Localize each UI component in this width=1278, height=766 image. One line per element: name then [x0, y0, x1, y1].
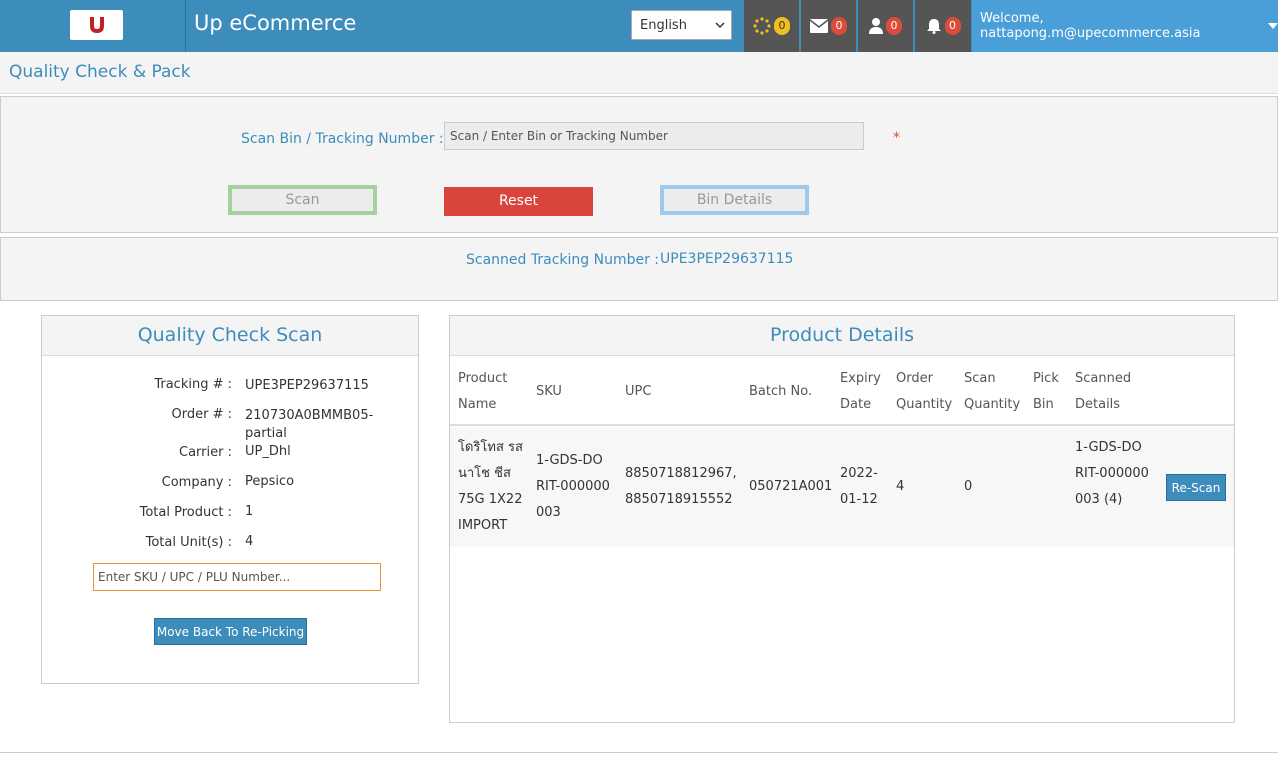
bell-icon — [926, 19, 941, 34]
move-back-to-repicking-button[interactable]: Move Back To Re-Picking — [154, 618, 307, 645]
envelope-icon — [810, 19, 828, 33]
product-details-title: Product Details — [450, 316, 1234, 356]
column-header: Scanned Details — [1075, 371, 1132, 412]
quality-check-title: Quality Check Scan — [42, 316, 418, 356]
logo-area[interactable] — [0, 0, 186, 52]
column-header: UPC — [625, 384, 652, 399]
scan-input[interactable]: Scan / Enter Bin or Tracking Number — [444, 122, 864, 150]
scan-label: Scan Bin / Tracking Number : — [241, 131, 444, 147]
rescan-button[interactable]: Re-Scan — [1166, 474, 1226, 501]
product-details-panel: Product Details Product Name SKU UPC Bat… — [449, 315, 1235, 723]
table-header: Product Name SKU UPC Batch No. Expiry Da… — [450, 356, 1234, 426]
scanned-tracking-panel: Scanned Tracking Number : UPE3PEP2963711… — [0, 237, 1278, 301]
required-mark: * — [893, 130, 900, 146]
scanned-tracking-value: UPE3PEP29637115 — [660, 251, 794, 267]
qc-field-label: Carrier : — [179, 445, 232, 460]
qc-field-value: Pepsico — [245, 474, 295, 489]
cell-product-name: โดริโทส รสนาโช ชีส 75G 1X22 IMPORT — [458, 440, 523, 533]
column-header: Batch No. — [749, 384, 813, 399]
user-menu[interactable]: Welcome, nattapong.m@upecommerce.asia — [972, 0, 1278, 52]
qc-field-label: Order # : — [171, 407, 232, 422]
caret-down-icon — [1268, 23, 1278, 29]
users-count-badge: 0 — [886, 17, 902, 35]
app-title: Up eCommerce — [194, 11, 357, 35]
column-header: Product Name — [458, 371, 508, 412]
qc-field-label: Tracking # : — [154, 377, 232, 392]
column-header: SKU — [536, 384, 562, 399]
qc-field-label: Total Unit(s) : — [145, 535, 232, 550]
cell-upc: 8850718812967, 8850718915552 — [625, 466, 737, 507]
cell-scanned-details: 1-GDS-DORIT-000000003 (4) — [1075, 440, 1149, 507]
messages-count-badge: 0 — [831, 17, 847, 35]
sku-input[interactable]: Enter SKU / UPC / PLU Number... — [93, 563, 381, 591]
page-header: Quality Check & Pack — [0, 52, 1278, 94]
nav-messages[interactable]: 0 — [800, 0, 856, 52]
column-header: Order Quantity — [896, 371, 953, 412]
welcome-text: Welcome, nattapong.m@upecommerce.asia — [980, 11, 1201, 41]
qc-field-label: Total Product : — [139, 505, 232, 520]
column-header: Expiry Date — [840, 371, 881, 412]
bin-details-button[interactable]: Bin Details — [660, 185, 809, 215]
qc-field-value: UPE3PEP29637115 — [245, 378, 369, 393]
tasks-count-badge: 0 — [774, 17, 790, 35]
footer-divider — [0, 752, 1278, 753]
page-title: Quality Check & Pack — [9, 62, 191, 82]
column-header: Pick Bin — [1033, 371, 1059, 412]
spinner-icon — [753, 17, 771, 35]
language-selected: English — [640, 17, 687, 33]
scanned-tracking-label: Scanned Tracking Number : — [466, 252, 659, 268]
chevron-down-icon — [715, 22, 725, 29]
qc-field-value: 210730A0BMMB05-partial — [245, 408, 374, 441]
top-navbar: Up eCommerce English 0 0 0 0 Welcome, na… — [0, 0, 1278, 52]
notifications-count-badge: 0 — [944, 17, 961, 35]
user-icon — [869, 18, 883, 34]
qc-field-label: Company : — [161, 475, 232, 490]
language-select[interactable]: English — [631, 10, 732, 40]
brand-logo[interactable] — [70, 10, 123, 40]
cell-order-quantity: 4 — [896, 479, 905, 494]
cell-scan-quantity: 0 — [964, 479, 973, 494]
qc-field-value: 1 — [245, 504, 254, 519]
nav-notifications[interactable]: 0 — [914, 0, 971, 52]
column-header: Scan Quantity — [964, 371, 1021, 412]
qc-field-value: UP_Dhl — [245, 444, 291, 459]
cell-sku: 1-GDS-DORIT-000000003 — [536, 453, 610, 520]
scan-button[interactable]: Scan — [228, 185, 377, 215]
scan-panel: Scan Bin / Tracking Number : Scan / Ente… — [0, 96, 1278, 233]
table-row: โดริโทส รสนาโช ชีส 75G 1X22 IMPORT 1-GDS… — [450, 427, 1234, 547]
reset-button[interactable]: Reset — [444, 187, 593, 216]
quality-check-panel: Quality Check Scan Tracking # : UPE3PEP2… — [41, 315, 419, 684]
cell-expiry-date: 2022-01-12 — [840, 466, 878, 507]
nav-users[interactable]: 0 — [857, 0, 913, 52]
cell-batch-no: 050721A001 — [749, 479, 833, 494]
qc-field-value: 4 — [245, 534, 254, 549]
logo-icon — [89, 17, 104, 33]
nav-tasks[interactable]: 0 — [743, 0, 799, 52]
